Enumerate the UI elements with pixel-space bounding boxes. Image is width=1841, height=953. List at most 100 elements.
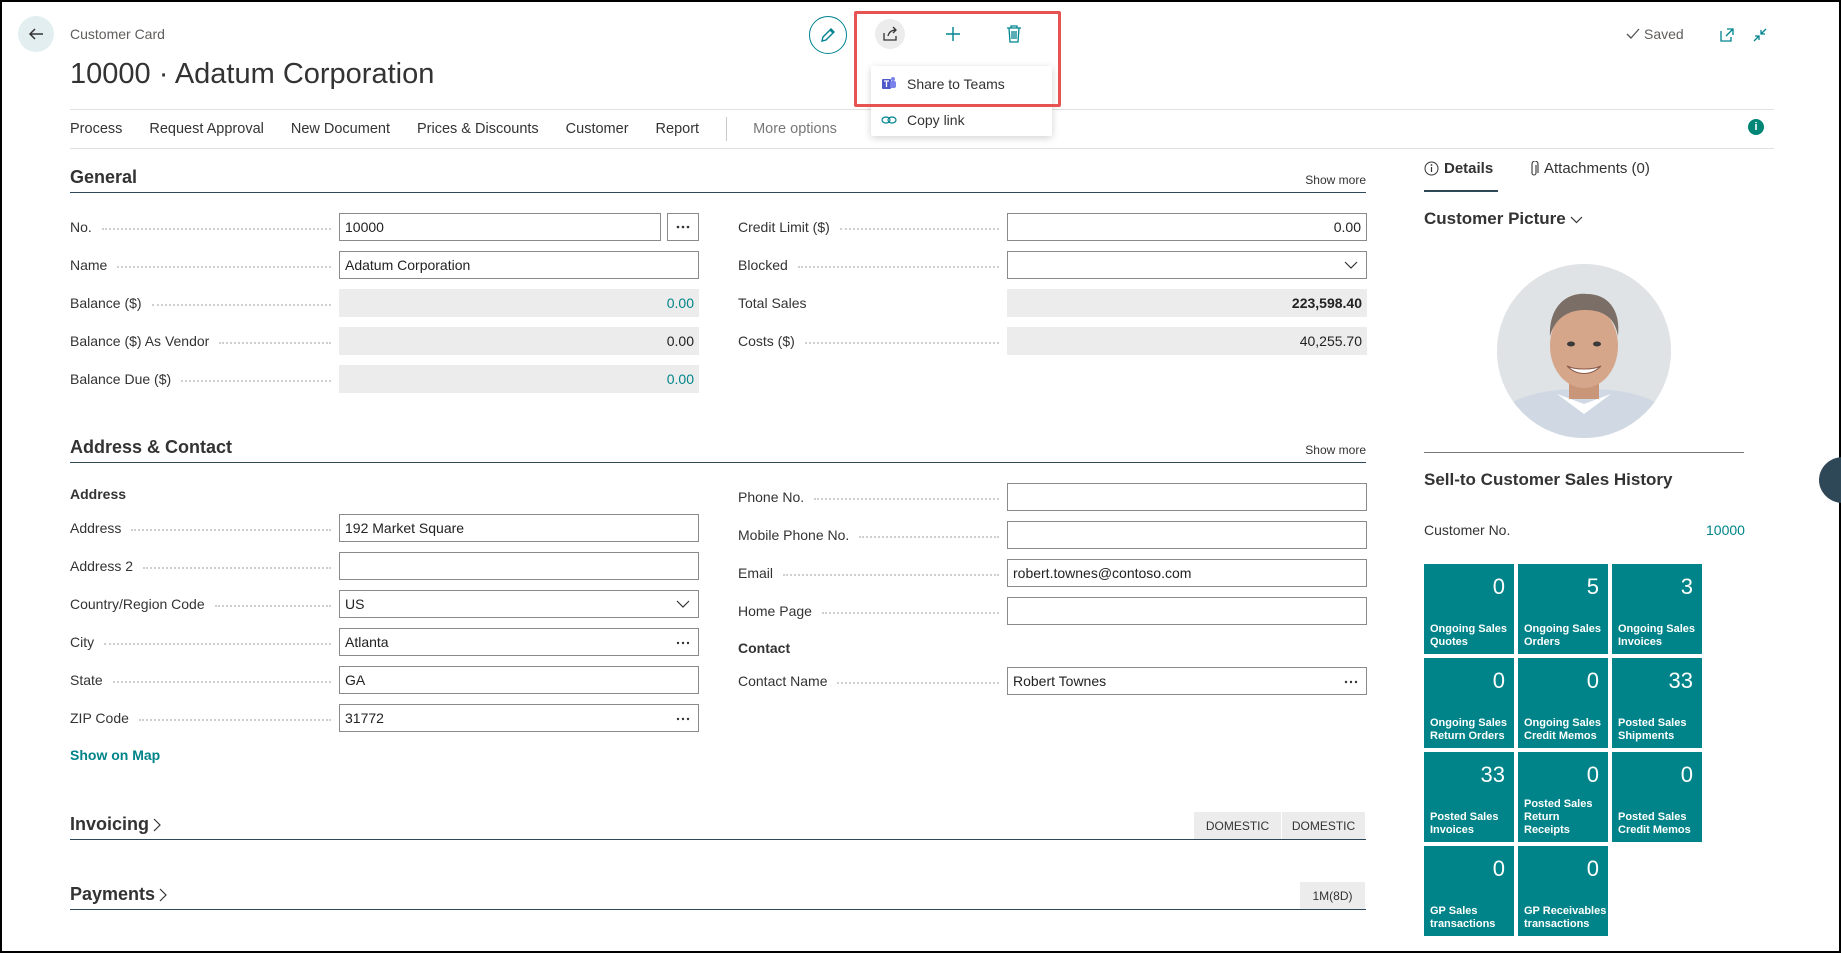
address-input[interactable]: 192 Market Square	[339, 514, 699, 542]
tile-ongoing-sales-credit-memos[interactable]: 0 Ongoing Sales Credit Memos	[1518, 658, 1608, 748]
balance-due-value[interactable]: 0.00	[339, 365, 699, 393]
address-subheading: Address	[70, 486, 127, 502]
mobile-phone-no-input[interactable]	[1007, 521, 1367, 549]
invoicing-tag: DOMESTIC	[1194, 812, 1282, 839]
address-show-more[interactable]: Show more	[1305, 443, 1366, 457]
pencil-icon	[821, 28, 835, 42]
field-label: Blocked	[738, 257, 1007, 273]
tile-ongoing-sales-quotes[interactable]: 0 Ongoing Sales Quotes	[1424, 564, 1514, 654]
field-credit-limit: Credit Limit ($) 0.00	[738, 213, 1367, 241]
address-title[interactable]: Address & Contact	[70, 437, 232, 458]
field-mobile-phone-no: Mobile Phone No.	[738, 521, 1367, 549]
action-new-document[interactable]: New Document	[291, 121, 390, 137]
action-customer[interactable]: Customer	[566, 121, 629, 137]
invoicing-title[interactable]: Invoicing	[70, 814, 161, 835]
tab-details-label: Details	[1444, 160, 1494, 177]
home-page-input[interactable]	[1007, 597, 1367, 625]
save-status: Saved	[1626, 26, 1684, 42]
customer-no-value[interactable]: 10000	[1706, 522, 1745, 538]
customer-picture-heading[interactable]: Customer Picture	[1424, 209, 1583, 229]
email-input[interactable]: robert.townes@contoso.com	[1007, 559, 1367, 587]
action-request-approval[interactable]: Request Approval	[149, 121, 263, 137]
city-input[interactable]: Atlanta	[339, 628, 699, 656]
name-input[interactable]: Adatum Corporation	[339, 251, 699, 279]
no-assist-button[interactable]	[667, 213, 699, 241]
field-label: Mobile Phone No.	[738, 527, 1007, 543]
tile-posted-sales-credit-memos[interactable]: 0 Posted Sales Credit Memos	[1612, 752, 1702, 842]
ellipsis-icon[interactable]	[1344, 680, 1358, 684]
customer-photo	[1497, 264, 1671, 438]
info-icon[interactable]: i	[1748, 119, 1764, 135]
blocked-select[interactable]	[1007, 251, 1367, 279]
country-region-value: US	[345, 596, 365, 612]
tile-gp-receivables-transactions[interactable]: 0 GP Receivables transactions	[1518, 846, 1608, 936]
ellipsis-icon[interactable]	[676, 717, 690, 721]
field-contact-name: Contact Name Robert Townes	[738, 667, 1367, 695]
state-input[interactable]: GA	[339, 666, 699, 694]
balance-value[interactable]: 0.00	[339, 289, 699, 317]
zip-code-input[interactable]: 31772	[339, 704, 699, 732]
info-circle-icon	[1424, 161, 1439, 176]
factbox-divider	[1424, 452, 1744, 453]
active-tab-indicator	[1424, 190, 1498, 192]
field-label: Country/Region Code	[70, 596, 339, 612]
field-blocked: Blocked	[738, 251, 1367, 279]
field-home-page: Home Page	[738, 597, 1367, 625]
field-label: Address 2	[70, 558, 339, 574]
field-balance: Balance ($) 0.00	[70, 289, 699, 317]
arrow-left-icon	[28, 28, 43, 40]
payments-title[interactable]: Payments	[70, 884, 167, 905]
page-title: 10000 · Adatum Corporation	[70, 58, 435, 90]
factbox-toggle-button[interactable]	[1819, 457, 1841, 503]
tab-attachments[interactable]: Attachments (0)	[1529, 160, 1650, 177]
tile-ongoing-sales-invoices[interactable]: 3 Ongoing Sales Invoices	[1612, 564, 1702, 654]
general-title[interactable]: General	[70, 167, 137, 188]
edit-button[interactable]	[809, 16, 847, 54]
general-section-header: General Show more	[70, 165, 1366, 193]
back-button[interactable]	[18, 16, 54, 52]
copy-link-label: Copy link	[907, 112, 965, 128]
address-2-input[interactable]	[339, 552, 699, 580]
chevron-right-icon	[159, 888, 167, 902]
total-sales-value: 223,598.40	[1007, 289, 1367, 317]
chevron-down-icon	[1571, 216, 1583, 224]
field-address-2: Address 2	[70, 552, 699, 580]
action-process[interactable]: Process	[70, 121, 122, 137]
country-region-select[interactable]: US	[339, 590, 699, 618]
tile-posted-sales-shipments[interactable]: 33 Posted Sales Shipments	[1612, 658, 1702, 748]
general-show-more[interactable]: Show more	[1305, 173, 1366, 187]
paperclip-icon	[1531, 160, 1539, 176]
no-input[interactable]: 10000	[339, 213, 661, 241]
field-label: Phone No.	[738, 489, 1007, 505]
tile-posted-sales-invoices[interactable]: 33 Posted Sales Invoices	[1424, 752, 1514, 842]
field-label: ZIP Code	[70, 710, 339, 726]
tab-details[interactable]: Details	[1424, 160, 1493, 177]
collapse-button[interactable]	[1749, 24, 1771, 46]
open-new-window-button[interactable]	[1716, 24, 1738, 46]
copy-link-item[interactable]: Copy link	[871, 102, 1052, 138]
field-city: City Atlanta	[70, 628, 699, 656]
field-label: Costs ($)	[738, 333, 1007, 349]
contact-name-input[interactable]: Robert Townes	[1007, 667, 1367, 695]
action-report[interactable]: Report	[656, 121, 700, 137]
zip-code-value: 31772	[345, 710, 384, 726]
field-balance-due: Balance Due ($) 0.00	[70, 365, 699, 393]
ellipsis-icon[interactable]	[676, 641, 690, 645]
chevron-down-icon	[1344, 261, 1358, 269]
customer-no-label: Customer No.	[1424, 522, 1511, 538]
field-name: Name Adatum Corporation	[70, 251, 699, 279]
phone-no-input[interactable]	[1007, 483, 1367, 511]
tile-gp-sales-transactions[interactable]: 0 GP Sales transactions	[1424, 846, 1514, 936]
credit-limit-input[interactable]: 0.00	[1007, 213, 1367, 241]
field-state: State GA	[70, 666, 699, 694]
field-email: Email robert.townes@contoso.com	[738, 559, 1367, 587]
more-options[interactable]: More options	[753, 121, 837, 137]
tile-ongoing-sales-orders[interactable]: 5 Ongoing Sales Orders	[1518, 564, 1608, 654]
page-caption: Customer Card	[70, 26, 165, 42]
action-separator	[726, 117, 728, 141]
payments-tag: 1M(8D)	[1300, 882, 1366, 909]
action-prices-discounts[interactable]: Prices & Discounts	[417, 121, 539, 137]
tile-posted-sales-return-receipts[interactable]: 0 Posted Sales Return Receipts	[1518, 752, 1608, 842]
tile-ongoing-sales-return-orders[interactable]: 0 Ongoing Sales Return Orders	[1424, 658, 1514, 748]
show-on-map-link[interactable]: Show on Map	[70, 747, 160, 763]
